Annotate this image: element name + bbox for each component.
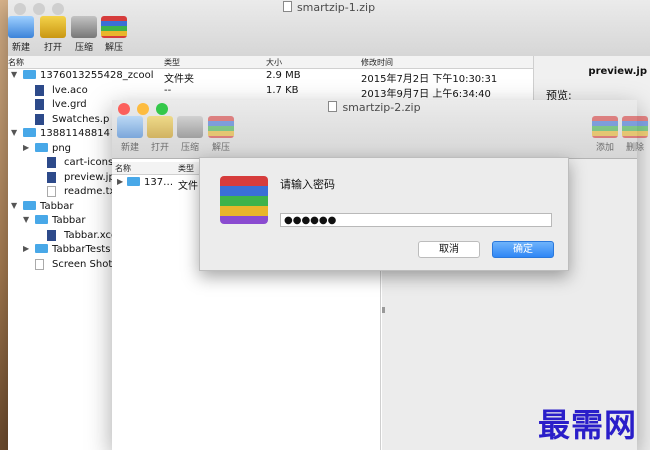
extract-button[interactable]: 解压 bbox=[97, 16, 131, 53]
disclosure-triangle-icon[interactable]: ▶ bbox=[117, 177, 123, 186]
row-name: lve.grd bbox=[52, 99, 87, 110]
row-name: Swatches.p bbox=[52, 113, 110, 125]
delete-button[interactable]: 删除 bbox=[618, 116, 650, 153]
zip-file-icon bbox=[328, 101, 338, 112]
folder-icon bbox=[35, 215, 48, 224]
extract-button[interactable]: 解压 bbox=[204, 116, 238, 153]
row-name: Tabbar.xco bbox=[64, 229, 118, 241]
file-icon bbox=[47, 171, 56, 183]
file-icon bbox=[35, 113, 44, 125]
compress-button[interactable]: 压缩 bbox=[173, 116, 207, 153]
disclosure-triangle-icon[interactable]: ▶ bbox=[23, 244, 29, 253]
row-type: -- bbox=[164, 84, 172, 96]
new-icon bbox=[117, 116, 143, 138]
folder-icon bbox=[35, 142, 48, 152]
compress-icon bbox=[71, 16, 97, 38]
window-title: smartzip-1.zip bbox=[8, 1, 650, 14]
delete-icon bbox=[622, 116, 648, 138]
col-name[interactable]: 名称 bbox=[115, 163, 131, 174]
row-name: png bbox=[52, 142, 72, 154]
open-icon bbox=[147, 116, 173, 138]
row-name: Tabbar bbox=[40, 200, 74, 212]
add-button[interactable]: 添加 bbox=[588, 116, 622, 153]
open-button[interactable]: 打开 bbox=[36, 16, 70, 53]
archive-books-icon bbox=[220, 176, 268, 224]
table-row[interactable]: ▼ 1376013255428_zcool 文件夹 2.9 MB 2015年7月2日 下… bbox=[8, 69, 533, 85]
open-button[interactable]: 打开 bbox=[143, 116, 177, 153]
folder-icon bbox=[23, 128, 36, 137]
desktop-background bbox=[0, 0, 8, 450]
row-name: Tabbar bbox=[52, 215, 86, 226]
folder-icon bbox=[23, 200, 36, 210]
folder-icon bbox=[23, 70, 36, 79]
file-icon bbox=[35, 84, 44, 96]
compress-button[interactable]: 压缩 bbox=[67, 16, 101, 53]
extract-icon bbox=[208, 116, 234, 138]
row-name: 1376013255428_zcool bbox=[40, 70, 154, 81]
row-name: lve.aco bbox=[52, 84, 88, 96]
row-size: 2.9 MB bbox=[266, 70, 301, 81]
col-name[interactable]: 名称 bbox=[8, 57, 24, 68]
disclosure-triangle-icon[interactable]: ▼ bbox=[11, 70, 17, 79]
zip-file-icon bbox=[282, 1, 292, 12]
row-name: TabbarTests bbox=[52, 244, 111, 255]
preview-filename: preview.jp bbox=[588, 66, 647, 77]
column-header: 名称 类型 大小 修改时间 bbox=[8, 56, 533, 69]
toolbar-2: smartzip-2.zip 新建 打开 压缩 解压 添加 删除 bbox=[112, 100, 648, 159]
file-icon bbox=[47, 157, 56, 168]
disclosure-triangle-icon[interactable]: ▼ bbox=[11, 201, 17, 210]
disclosure-triangle-icon[interactable]: ▼ bbox=[11, 128, 17, 137]
disclosure-triangle-icon[interactable]: ▼ bbox=[23, 215, 29, 224]
file-icon bbox=[35, 99, 44, 110]
row-name: cart-icons. bbox=[64, 157, 117, 168]
row-size: 1.7 KB bbox=[266, 84, 299, 96]
compress-icon bbox=[177, 116, 203, 138]
toolbar: smartzip-1.zip 新建 打开 压缩 解压 bbox=[8, 0, 650, 57]
extract-icon bbox=[101, 16, 127, 38]
file-icon bbox=[47, 186, 56, 197]
col-type[interactable]: 类型 bbox=[178, 163, 194, 174]
smartzip-window-2: smartzip-2.zip 新建 打开 压缩 解压 添加 删除 名称 类型 ▶… bbox=[112, 100, 648, 450]
disclosure-triangle-icon[interactable]: ▶ bbox=[23, 143, 29, 152]
password-dialog: 请输入密码 ●●●●●● 取消 确定 bbox=[199, 157, 569, 271]
window-title-2: smartzip-2.zip bbox=[112, 101, 637, 114]
cancel-button[interactable]: 取消 bbox=[418, 241, 480, 258]
folder-icon bbox=[127, 177, 140, 186]
folder-icon bbox=[35, 244, 48, 253]
password-field[interactable]: ●●●●●● bbox=[280, 213, 552, 227]
add-icon bbox=[592, 116, 618, 138]
new-icon bbox=[8, 16, 34, 38]
new-button[interactable]: 新建 bbox=[4, 16, 38, 53]
watermark-logo: 最需网 bbox=[538, 406, 638, 444]
new-button[interactable]: 新建 bbox=[113, 116, 147, 153]
table-row[interactable]: lve.aco -- 1.7 KB 2013年9月7日 上午6:34:40 bbox=[8, 84, 533, 100]
col-type[interactable]: 类型 bbox=[164, 57, 180, 68]
open-icon bbox=[40, 16, 66, 38]
ok-button[interactable]: 确定 bbox=[492, 241, 554, 258]
col-date[interactable]: 修改时间 bbox=[361, 57, 393, 68]
file-icon bbox=[35, 258, 44, 270]
file-icon bbox=[47, 229, 56, 241]
col-size[interactable]: 大小 bbox=[266, 57, 282, 68]
dialog-prompt: 请输入密码 bbox=[280, 178, 335, 191]
row-name: 1388114881475 bbox=[40, 128, 123, 139]
split-handle[interactable] bbox=[382, 307, 385, 313]
